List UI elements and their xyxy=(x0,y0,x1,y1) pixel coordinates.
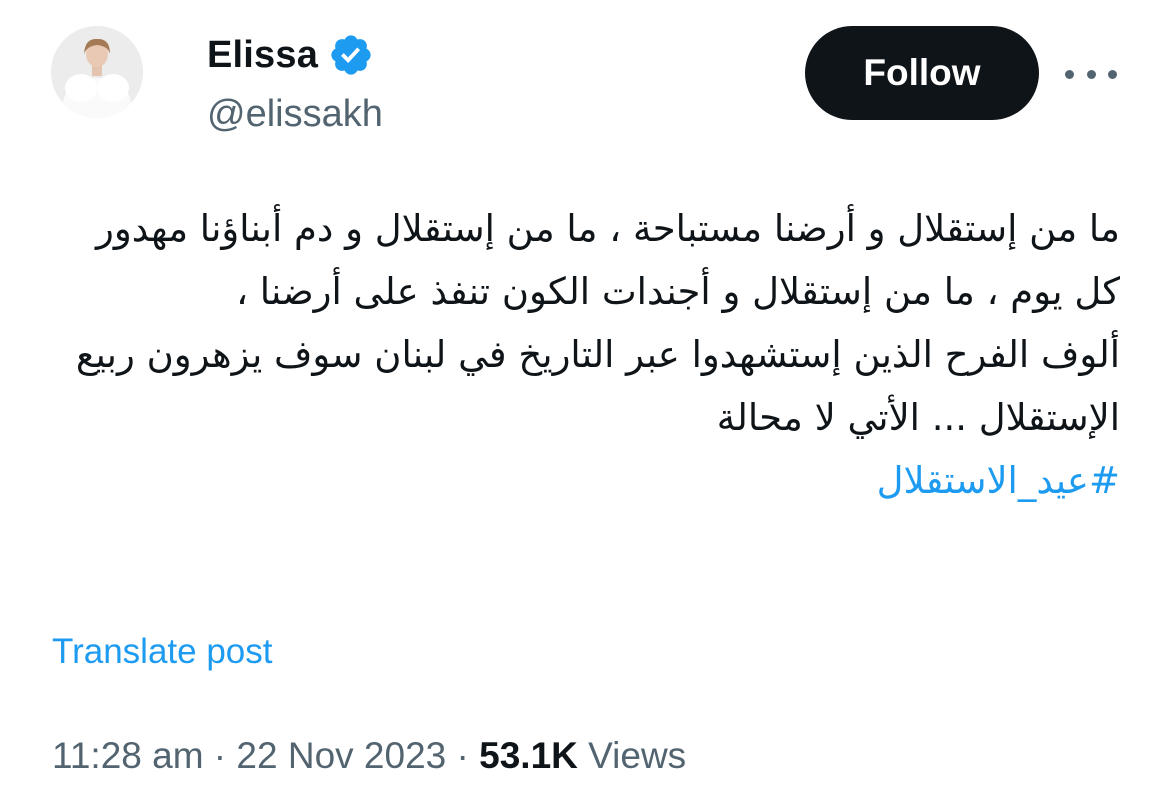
hashtag-link[interactable]: #عيد_الاستقلال xyxy=(40,449,1120,512)
avatar-image xyxy=(51,26,143,118)
more-dot xyxy=(1065,69,1074,79)
more-options-icon[interactable] xyxy=(1063,56,1119,92)
more-dot xyxy=(1086,69,1096,79)
tweet-time[interactable]: 11:28 am xyxy=(52,735,204,776)
meta-separator: · xyxy=(203,735,237,776)
author-handle[interactable]: @elissakh xyxy=(207,93,383,136)
tweet-date[interactable]: 22 Nov 2023 xyxy=(236,735,446,776)
tweet-paragraph: ما من إستقلال و أرضنا مستباحة ، ما من إس… xyxy=(96,207,1120,313)
more-dot xyxy=(1108,69,1117,79)
views-count[interactable]: 53.1K xyxy=(479,735,578,776)
meta-separator: · xyxy=(446,735,480,776)
tweet-text: ما من إستقلال و أرضنا مستباحة ، ما من إس… xyxy=(40,197,1120,512)
author-name-row[interactable]: Elissa xyxy=(207,30,374,80)
views-label: Views xyxy=(577,735,687,776)
verified-badge-icon xyxy=(328,32,374,78)
avatar[interactable] xyxy=(51,26,143,118)
tweet-meta: 11:28 am · 22 Nov 2023 · 53.1K Views xyxy=(52,735,686,777)
translate-post-link[interactable]: Translate post xyxy=(52,632,272,672)
tweet-paragraph: ألوف الفرح الذين إستشهدوا عبر التاريخ في… xyxy=(75,333,1120,439)
follow-button[interactable]: Follow xyxy=(805,26,1039,120)
author-display-name[interactable]: Elissa xyxy=(207,34,318,77)
